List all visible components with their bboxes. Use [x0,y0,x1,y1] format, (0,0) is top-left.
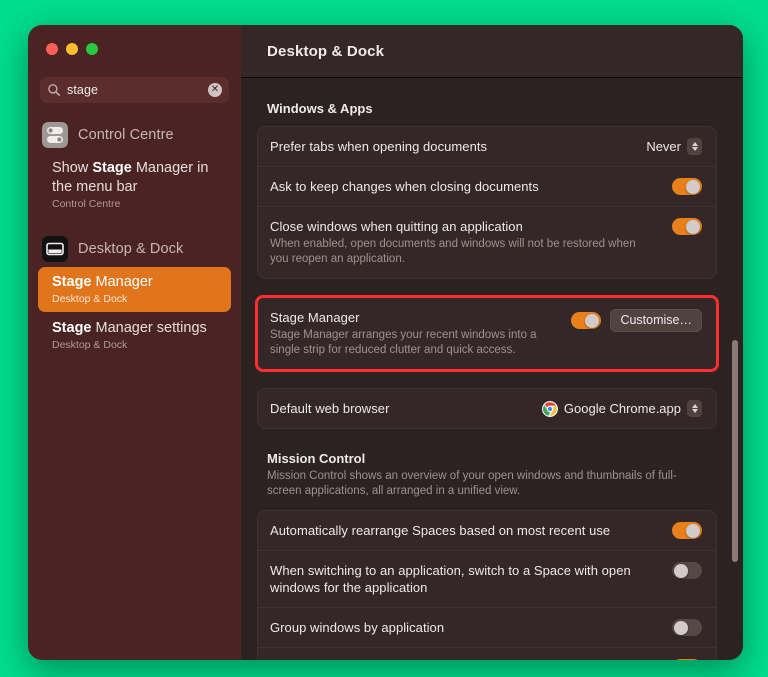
desktop-and-dock-icon [42,236,68,262]
row-sublabel: Stage Manager arranges your recent windo… [270,329,537,356]
row-auto-rearrange-spaces[interactable]: Automatically rearrange Spaces based on … [258,511,716,550]
auto-rearrange-spaces-toggle[interactable] [672,522,702,539]
row-label: Close windows when quitting an applicati… [270,219,523,234]
clear-search-icon[interactable]: ✕ [208,83,222,97]
row-label: Displays have separate Spaces [270,659,662,660]
row-label: Ask to keep changes when closing documen… [270,179,539,194]
google-chrome-icon [541,400,558,417]
section-heading-mission-control: Mission Control [267,451,366,466]
search-result-show-stage-manager-menu-bar[interactable]: Show Stage Manager in the menu bar Contr… [38,153,231,217]
search-result-title: Stage Manager settings [52,320,207,336]
row-switch-to-space[interactable]: When switching to an application, switch… [258,550,716,607]
switch-to-space-toggle[interactable] [672,562,702,579]
ask-keep-changes-toggle[interactable] [672,178,702,195]
search-result-title: Stage Manager [52,274,153,290]
popup-value: Never [646,139,681,154]
default-browser-popup-button[interactable]: Google Chrome.app [541,400,702,417]
displays-separate-spaces-toggle[interactable] [672,659,702,660]
system-settings-window: stage ✕ Control Centre Show Stage Manage… [28,25,743,660]
row-stage-manager[interactable]: Stage Manager Stage Manager arranges you… [258,298,716,369]
control-centre-icon [42,122,68,148]
row-label: Prefer tabs when opening documents [270,139,488,154]
search-result-subtitle: Desktop & Dock [52,339,128,351]
minimize-button[interactable] [66,43,78,55]
chevron-updown-icon [687,138,702,155]
page-title: Desktop & Dock [267,42,385,60]
stage-manager-toggle[interactable] [571,312,602,329]
search-results-list: Control Centre Show Stage Manager in the… [28,117,241,358]
search-result-group-header: Desktop & Dock [28,231,241,266]
chevron-updown-icon [687,400,702,417]
settings-card-stage-manager: Stage Manager Stage Manager arranges you… [255,295,719,372]
row-sublabel: When enabled, open documents and windows… [270,238,636,265]
popup-value: Google Chrome.app [563,401,681,416]
row-label: Automatically rearrange Spaces based on … [270,523,611,538]
customise-button[interactable]: Customise… [610,309,702,332]
group-title: Control Centre [78,127,174,143]
settings-card-mission-control: Automatically rearrange Spaces based on … [257,510,717,660]
section-heading-windows-apps: Windows & Apps [267,101,373,116]
search-result-stage-manager[interactable]: Stage Manager Desktop & Dock [38,267,231,312]
row-ask-keep-changes[interactable]: Ask to keep changes when closing documen… [258,166,716,206]
settings-card-default-browser: Default web browser Google Chrome.app [257,388,717,429]
settings-scroll-area[interactable]: Windows & Apps Prefer tabs when opening … [241,79,743,660]
scrollbar-thumb[interactable] [732,340,738,562]
section-description-mission-control: Mission Control shows an overview of you… [267,470,677,497]
close-button[interactable] [46,43,58,55]
group-windows-by-app-toggle[interactable] [672,619,702,636]
content-pane: Desktop & Dock Windows & Apps Prefer tab… [241,25,743,660]
search-input[interactable]: stage [67,83,208,97]
row-label: Stage Manager [270,310,360,325]
content-titlebar: Desktop & Dock [241,25,743,78]
settings-card-windows-apps: Prefer tabs when opening documents Never [257,126,717,279]
search-field[interactable]: stage ✕ [40,77,229,103]
search-result-title: Show Stage Manager in the menu bar [52,160,209,195]
close-windows-quitting-toggle[interactable] [672,218,702,235]
row-label: Default web browser [270,401,390,416]
row-group-windows-by-app[interactable]: Group windows by application [258,607,716,647]
row-default-web-browser[interactable]: Default web browser Google Chrome.app [258,389,716,428]
vertical-scrollbar[interactable] [731,85,739,656]
row-label: Group windows by application [270,620,445,635]
group-title: Desktop & Dock [78,241,184,257]
row-prefer-tabs[interactable]: Prefer tabs when opening documents Never [258,127,716,166]
prefer-tabs-popup-button[interactable]: Never [646,138,702,155]
row-label: When switching to an application, switch… [270,563,631,595]
sidebar: stage ✕ Control Centre Show Stage Manage… [28,25,241,660]
zoom-button[interactable] [86,43,98,55]
search-icon [48,84,61,97]
traffic-lights [28,25,241,55]
search-result-subtitle: Control Centre [52,198,121,210]
row-displays-separate-spaces[interactable]: Displays have separate Spaces [258,647,716,660]
search-result-subtitle: Desktop & Dock [52,293,128,305]
search-result-stage-manager-settings[interactable]: Stage Manager settings Desktop & Dock [38,313,231,358]
search-result-group-header: Control Centre [28,117,241,152]
row-close-windows-quitting[interactable]: Close windows when quitting an applicati… [258,206,716,278]
